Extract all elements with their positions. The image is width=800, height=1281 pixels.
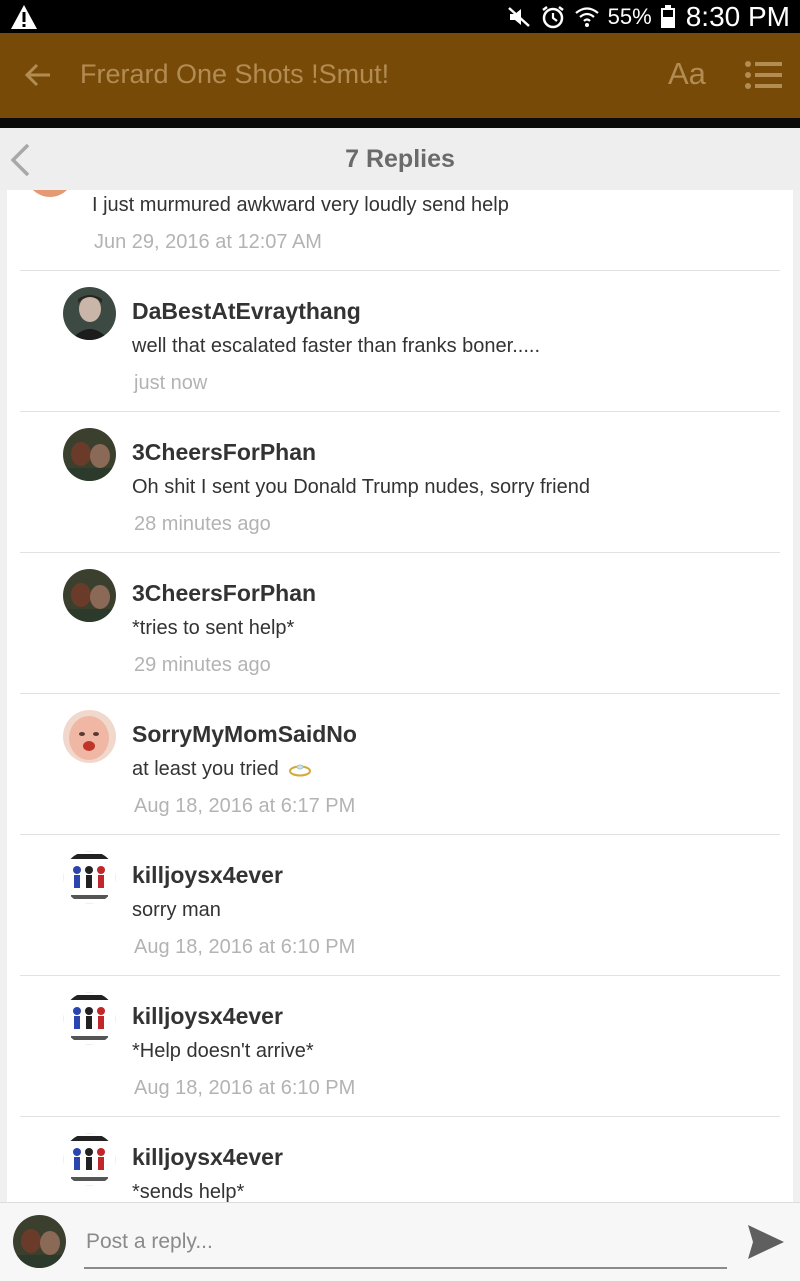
avatar[interactable] — [63, 1133, 116, 1186]
battery-icon — [660, 4, 675, 28]
reply-text: sorry man — [132, 899, 221, 921]
app-bar-shadow — [0, 118, 800, 128]
reply-item: 3CheersForPhan Oh shit I sent you Donald… — [7, 412, 793, 553]
reply-author[interactable]: killjoysx4ever — [132, 1144, 283, 1171]
battery-percent: 55% — [607, 3, 652, 29]
reply-text: well that escalated faster than franks b… — [132, 335, 541, 357]
reply-time: Aug 18, 2016 at 6:10 PM — [134, 936, 356, 958]
reply-author[interactable]: SorryMyMomSaidNo — [132, 721, 357, 748]
reply-item: killjoysx4ever *Help doesn't arrive* Aug… — [7, 976, 793, 1117]
reply-time: 28 minutes ago — [134, 513, 271, 535]
reply-item: killjoysx4ever sorry man Aug 18, 2016 at… — [7, 835, 793, 976]
mute-icon — [507, 6, 530, 27]
reply-author[interactable]: killjoysx4ever — [132, 862, 283, 889]
reply-input-wrapper — [84, 1219, 731, 1269]
wifi-icon — [574, 6, 599, 27]
reply-time: Aug 18, 2016 at 6:10 PM — [134, 1077, 356, 1099]
send-icon[interactable] — [746, 1223, 786, 1261]
page-title: Frerard One Shots !Smut! — [80, 59, 390, 89]
avatar[interactable] — [63, 851, 116, 904]
reply-item: DaBestAtEvraythang well that escalated f… — [7, 271, 793, 412]
reply-text: *Help doesn't arrive* — [132, 1040, 314, 1062]
reply-item: 3CheersForPhan *tries to sent help* 29 m… — [7, 553, 793, 694]
warning-icon — [11, 5, 37, 29]
replies-list[interactable]: I just murmured awkward very loudly send… — [7, 190, 793, 1202]
reply-author[interactable]: killjoysx4ever — [132, 1003, 283, 1030]
alarm-icon — [541, 5, 564, 28]
avatar[interactable] — [63, 710, 116, 763]
avatar[interactable] — [63, 992, 116, 1045]
table-of-contents-icon[interactable] — [744, 59, 782, 91]
replies-header: 7 Replies — [0, 128, 800, 190]
reply-text: *tries to sent help* — [132, 617, 295, 639]
avatar[interactable] — [63, 428, 116, 481]
reply-text: Oh shit I sent you Donald Trump nudes, s… — [132, 476, 590, 498]
reply-text: at least you tried — [132, 758, 312, 781]
comment-text: I just murmured awkward very loudly send… — [92, 194, 509, 216]
reply-time: just now — [134, 372, 208, 394]
reply-time: Aug 18, 2016 at 6:17 PM — [134, 795, 356, 817]
reply-text: *sends help* — [132, 1181, 245, 1202]
font-size-button[interactable]: Aa — [668, 56, 706, 92]
avatar[interactable] — [63, 287, 116, 340]
reply-item: SorryMyMomSaidNo at least you tried Aug … — [7, 694, 793, 835]
replies-count: 7 Replies — [345, 145, 455, 173]
reply-author[interactable]: DaBestAtEvraythang — [132, 298, 361, 325]
reply-author[interactable]: 3CheersForPhan — [132, 580, 316, 607]
avatar[interactable] — [63, 569, 116, 622]
comment-time: Jun 29, 2016 at 12:07 AM — [94, 231, 322, 253]
reply-item: killjoysx4ever *sends help* — [7, 1117, 793, 1202]
clock: 8:30 PM — [685, 0, 790, 32]
avatar — [13, 1215, 66, 1268]
reply-composer — [0, 1202, 800, 1281]
avatar[interactable] — [25, 190, 75, 197]
comment-item: I just murmured awkward very loudly send… — [7, 190, 793, 270]
app-bar: Frerard One Shots !Smut! Aa — [0, 33, 800, 118]
reply-input[interactable] — [84, 1219, 731, 1265]
reply-time: 29 minutes ago — [134, 654, 271, 676]
back-arrow-icon[interactable] — [22, 59, 54, 91]
ring-emoji-icon — [289, 764, 312, 777]
reply-author[interactable]: 3CheersForPhan — [132, 439, 316, 466]
status-bar: 55% 8:30 PM — [0, 0, 800, 33]
